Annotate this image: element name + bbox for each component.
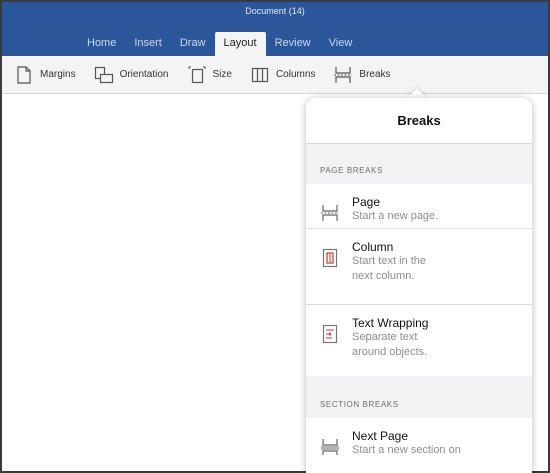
page-breaks-header: PAGE BREAKS <box>320 166 383 175</box>
tab-view[interactable]: View <box>320 32 362 56</box>
text-wrapping-icon <box>320 323 340 345</box>
breaks-icon <box>333 65 353 85</box>
page-break-subtitle: Start a new page. <box>352 210 439 222</box>
tab-home[interactable]: Home <box>78 32 125 56</box>
column-break-subtitle: Start text in the next column. <box>352 255 426 282</box>
columns-label: Columns <box>275 69 316 80</box>
page-breaks-list: Page Start a new page. Column Start text… <box>306 184 532 376</box>
document-title: Document (14) <box>245 6 305 16</box>
columns-button[interactable]: Columns <box>250 65 315 85</box>
next-page-subtitle: Start a new section on <box>352 444 461 456</box>
margins-label: Margins <box>40 69 76 80</box>
text-wrapping-subtitle: Separate text around objects. <box>352 331 428 358</box>
column-break-title: Column <box>352 240 394 254</box>
tab-insert[interactable]: Insert <box>125 32 171 56</box>
orientation-icon <box>94 65 114 85</box>
section-breaks-list: Next Page Start a new section on <box>306 418 532 473</box>
columns-icon <box>250 65 270 85</box>
column-break-icon <box>320 247 340 269</box>
text-wrapping-title: Text Wrapping <box>352 316 429 330</box>
size-icon <box>187 65 207 85</box>
section-breaks-header: SECTION BREAKS <box>320 400 399 409</box>
orientation-button[interactable]: Orientation <box>94 65 169 85</box>
page-break-icon <box>320 202 340 224</box>
column-break-option[interactable]: Column Start text in the next column. <box>306 228 532 304</box>
breaks-popover: Breaks PAGE BREAKS Page Start a new page… <box>306 98 532 473</box>
breaks-label: Breaks <box>359 69 391 80</box>
next-page-icon <box>320 436 340 458</box>
size-label: Size <box>212 69 232 80</box>
text-wrapping-option[interactable]: Text Wrapping Separate text around objec… <box>306 304 532 376</box>
page-break-title: Page <box>352 195 381 209</box>
size-button[interactable]: Size <box>187 65 232 85</box>
title-bar: Document (14) Home Insert Draw Layout Re… <box>2 2 548 56</box>
tab-draw[interactable]: Draw <box>171 32 215 56</box>
margins-icon <box>14 65 34 85</box>
orientation-label: Orientation <box>119 69 169 80</box>
margins-button[interactable]: Margins <box>14 65 76 85</box>
tab-review[interactable]: Review <box>266 32 320 56</box>
next-page-option[interactable]: Next Page Start a new section on <box>306 418 532 473</box>
tab-layout[interactable]: Layout <box>214 32 266 56</box>
popover-title: Breaks <box>397 113 441 128</box>
popover-header: Breaks <box>306 98 532 144</box>
page-break-option[interactable]: Page Start a new page. <box>306 184 532 228</box>
ribbon-tabs: Home Insert Draw Layout Review View <box>78 28 361 56</box>
breaks-button[interactable]: Breaks <box>333 65 391 85</box>
next-page-title: Next Page <box>352 429 409 443</box>
layout-ribbon: Margins Orientation Size Columns Breaks <box>2 56 548 94</box>
